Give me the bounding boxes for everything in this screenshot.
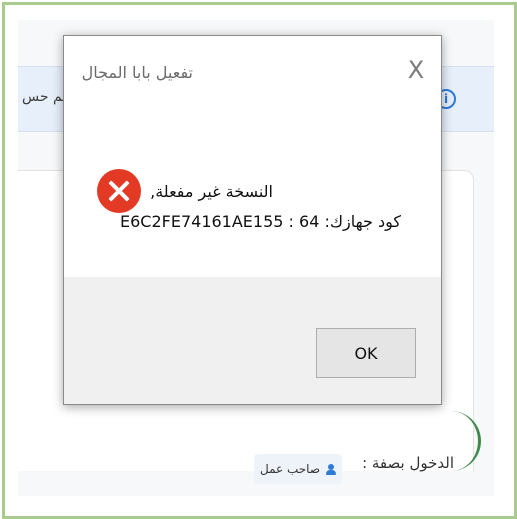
message-line-2: كود جهازك: E6C2FE74161AE155 : 64 xyxy=(120,212,401,231)
activation-dialog: تفعيل بابا المجال X النسخة غير مفعلة, كو… xyxy=(63,35,442,405)
error-icon xyxy=(97,169,141,213)
message-line-1: النسخة غير مفعلة, xyxy=(150,182,273,201)
role-employer-button[interactable]: صاحب عمل xyxy=(254,454,342,484)
ok-button[interactable]: OK xyxy=(316,328,416,378)
user-icon xyxy=(326,463,337,475)
login-as-label: الدخول بصفة : xyxy=(362,454,454,472)
dialog-title: تفعيل بابا المجال xyxy=(81,63,193,82)
info-bar-text: تم حس xyxy=(22,89,67,105)
close-button[interactable]: X xyxy=(404,58,428,82)
role-employer-label: صاحب عمل xyxy=(259,462,321,476)
